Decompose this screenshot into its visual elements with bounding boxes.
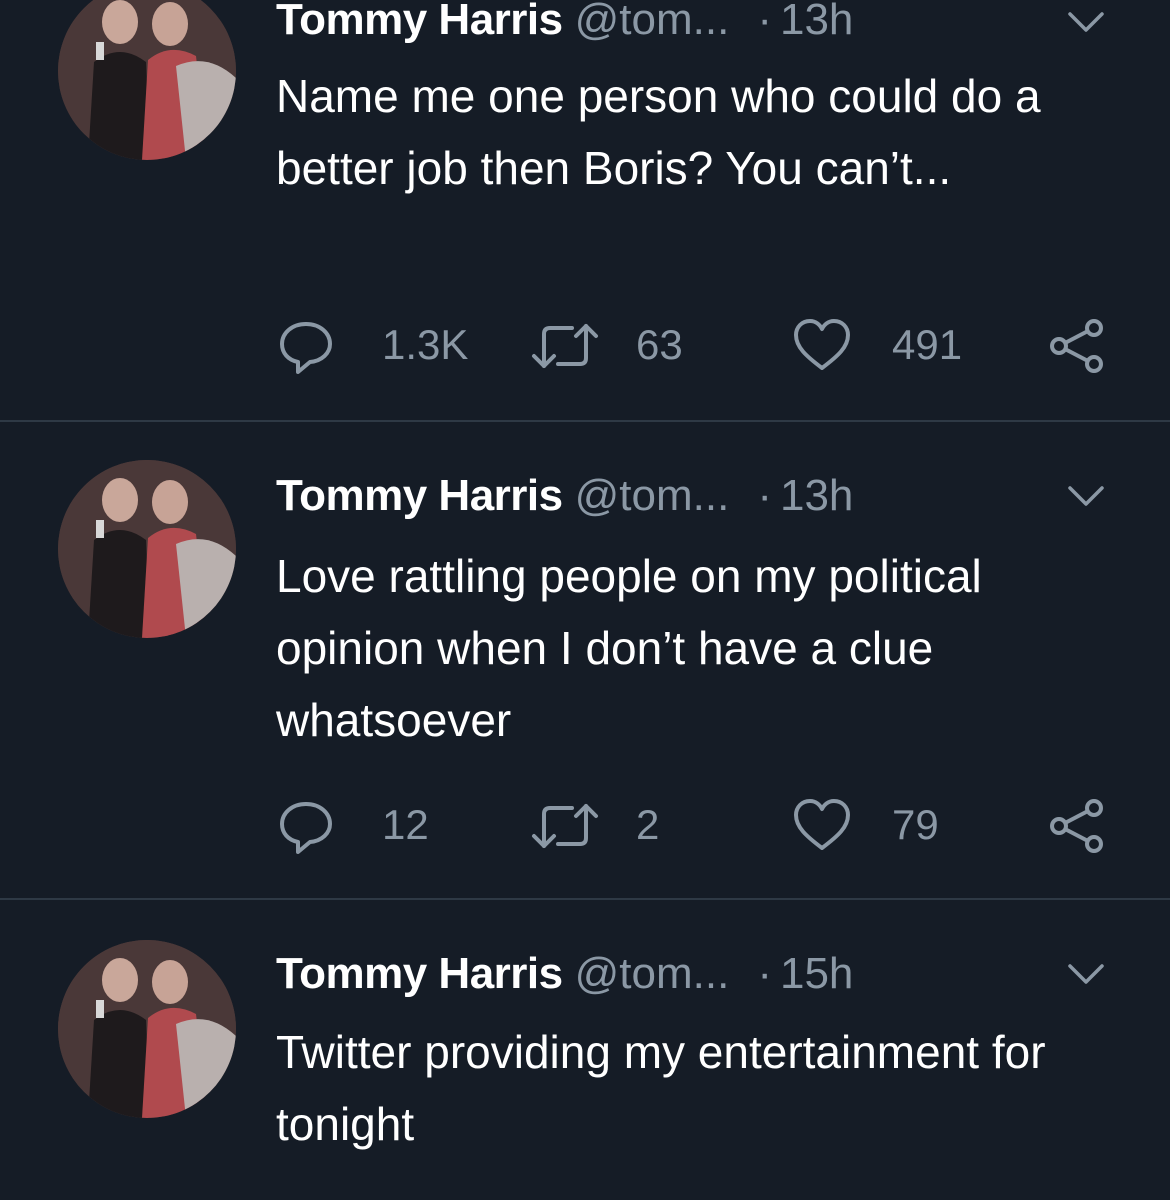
reply-count: 12 [382,801,429,848]
display-name[interactable]: Tommy Harris [276,949,563,998]
like-count: 79 [892,801,939,848]
avatar[interactable] [58,460,236,638]
retweet-count: 63 [636,321,683,368]
separator: · [757,471,772,520]
chevron-down-icon[interactable] [1064,0,1108,44]
like-icon [794,319,850,370]
user-handle[interactable]: @tom... [575,471,730,520]
avatar[interactable] [58,0,236,160]
avatar-photo [58,940,236,1118]
timestamp[interactable]: 15h [780,949,853,998]
timestamp[interactable]: 13h [780,0,853,44]
timestamp[interactable]: 13h [780,471,853,520]
tweet-header: Tommy Harris @tom... · 15h [276,948,853,1000]
tweet-text: Name me one person who could do a better… [276,70,1041,194]
retweet-icon [532,804,598,848]
share-icon [1050,799,1103,853]
display-name[interactable]: Tommy Harris [276,0,563,44]
tweet-1[interactable]: Tommy Harris @tom... · 13h Name me one pers… [0,0,1170,422]
tweet-actions: 1.3K 63 491 [276,316,1136,376]
retweet-button[interactable]: 63 [530,316,683,376]
like-button[interactable]: 491 [792,316,962,376]
user-handle[interactable]: @tom... [575,949,730,998]
retweet-icon [532,324,598,368]
tweet-header: Tommy Harris @tom... · 13h [276,0,853,46]
tweet-text: Love rattling people on my political opi… [276,550,982,746]
separator: · [757,0,772,44]
chevron-down-icon[interactable] [1064,474,1108,518]
reply-count: 1.3K [382,321,469,368]
avatar-photo [58,460,236,638]
tweet-2[interactable]: Tommy Harris @tom... · 13h Love rattling pe… [0,422,1170,900]
reply-button[interactable]: 1.3K [276,316,468,376]
display-name[interactable]: Tommy Harris [276,471,563,520]
reply-button[interactable]: 12 [276,796,429,856]
tweet-actions: 12 2 79 [276,796,1136,856]
tweet-header: Tommy Harris @tom... · 13h [276,470,853,522]
share-button[interactable] [1046,796,1110,856]
chevron-down-icon[interactable] [1064,952,1108,996]
avatar[interactable] [58,940,236,1118]
share-button[interactable] [1046,316,1110,376]
separator: · [757,949,772,998]
tweet-text: Twitter providing my entertainment for t… [276,1026,1046,1150]
like-icon [794,799,850,850]
like-button[interactable]: 79 [792,796,939,856]
retweet-button[interactable]: 2 [530,796,659,856]
user-handle[interactable]: @tom... [575,0,730,44]
share-icon [1050,319,1103,373]
like-count: 491 [892,321,963,368]
tweet-3[interactable]: Tommy Harris @tom... · 15h Twitter providin… [0,900,1170,1200]
reply-icon [280,322,332,374]
retweet-count: 2 [636,801,660,848]
avatar-photo [58,0,236,160]
reply-icon [280,802,332,854]
